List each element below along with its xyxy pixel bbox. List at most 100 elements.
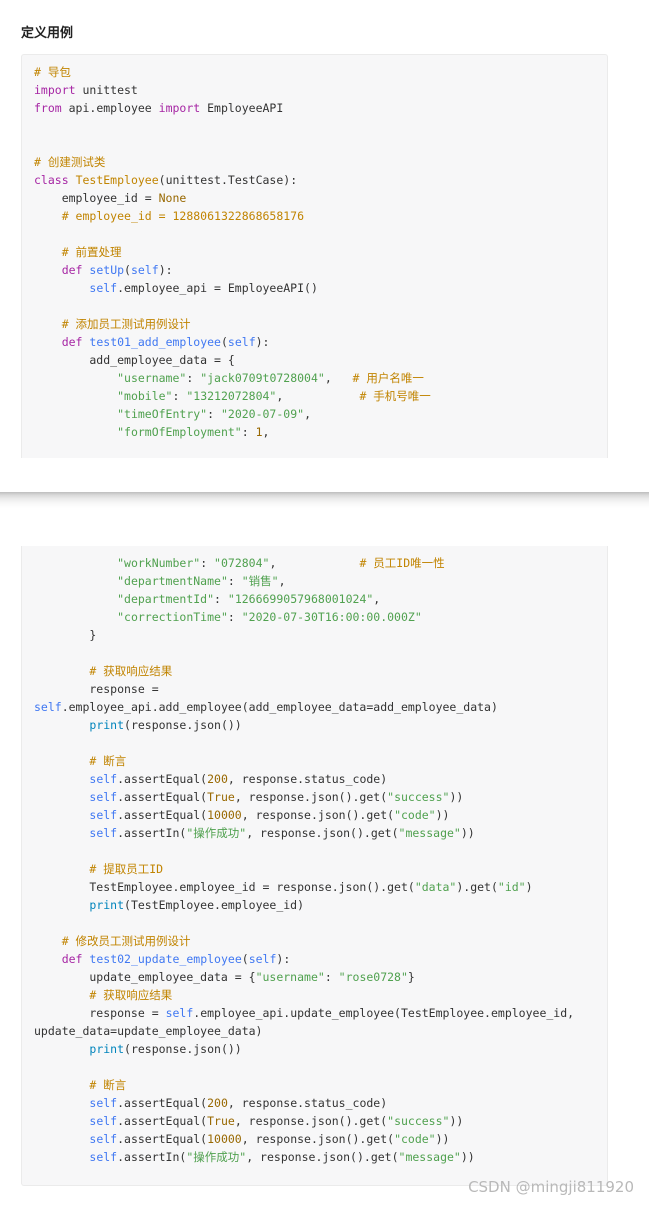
code-token: test01_add_employee: [89, 335, 221, 349]
code-token: "success": [387, 1114, 450, 1128]
code-token: self: [89, 1096, 118, 1110]
code-content-1: # 导包 import unittest from api.employee imp…: [34, 63, 431, 441]
code-token: "timeOfEntry": [117, 407, 208, 421]
code-line: response =: [34, 680, 574, 698]
code-token: , response.json().get(: [241, 1132, 395, 1146]
code-token: TestEmployee.employee_id = response.json…: [34, 880, 415, 894]
code-token: "13212072804": [186, 389, 277, 403]
code-token: ).get(: [456, 880, 498, 894]
code-content-2: "workNumber": "072804", # 员工ID唯一性 "depar…: [34, 554, 574, 1166]
code-token: :: [241, 425, 256, 439]
code-token: # 提取员工ID: [89, 862, 164, 876]
code-token: "操作成功": [186, 1150, 247, 1164]
code-token: , response.json().get(: [241, 808, 395, 822]
code-token: "操作成功": [186, 826, 247, 840]
code-token: 1: [255, 425, 263, 439]
code-token: # 手机号唯一: [359, 389, 431, 403]
code-token: unittest: [75, 83, 138, 97]
code-token: :: [207, 407, 221, 421]
code-token: response =: [34, 682, 159, 696]
code-line: update_employee_data = {"username": "ros…: [34, 968, 574, 986]
code-token: # employee_id = 1288061322868658176: [61, 209, 305, 223]
code-token: }: [407, 970, 415, 984]
code-token: , response.json().get(: [246, 1150, 399, 1164]
code-token: self: [89, 1114, 118, 1128]
code-token: True: [207, 1114, 235, 1128]
code-token: self: [89, 790, 118, 804]
code-token: (: [241, 952, 249, 966]
code-token: TestEmployee: [75, 173, 159, 187]
code-token: # 导包: [34, 65, 71, 79]
code-line: self.employee_api.add_employee(add_emplo…: [34, 698, 574, 716]
code-token: ,: [278, 574, 286, 588]
code-token: # 断言: [89, 1078, 127, 1092]
code-line: self.assertEqual(True, response.json().g…: [34, 1112, 574, 1130]
code-line: # 创建测试类: [34, 153, 431, 171]
code-token: "code": [394, 808, 436, 822]
code-line: "departmentName": "销售",: [34, 572, 574, 590]
code-line: # 添加员工测试用例设计: [34, 315, 431, 333]
code-token: ,: [304, 407, 311, 421]
code-token: self: [89, 772, 118, 786]
code-token: 200: [207, 772, 228, 786]
code-token: response =: [34, 1006, 166, 1020]
code-token: :: [227, 610, 242, 624]
code-token: import: [158, 101, 201, 115]
code-token: }: [34, 628, 97, 642]
code-token: self: [89, 1150, 118, 1164]
code-token: "2020-07-09": [220, 407, 305, 421]
code-token: self: [89, 808, 118, 822]
code-token: :: [214, 592, 228, 606]
code-token: self: [89, 826, 118, 840]
code-token: def: [61, 263, 83, 277]
code-token: print: [89, 898, 125, 912]
code-line: # 导包: [34, 63, 431, 81]
code-line: self.assertEqual(10000, response.json().…: [34, 806, 574, 824]
code-token: "rose0728": [338, 970, 408, 984]
code-token: # 断言: [89, 754, 127, 768]
code-token: # 前置处理: [61, 245, 122, 259]
code-token: def: [61, 952, 83, 966]
code-block-2[interactable]: "workNumber": "072804", # 员工ID唯一性 "depar…: [21, 546, 608, 1186]
code-line: def test01_add_employee(self):: [34, 333, 431, 351]
code-token: )): [435, 1132, 450, 1146]
code-token: "message": [398, 1150, 461, 1164]
code-token: "success": [387, 790, 450, 804]
code-line: add_employee_data = {: [34, 351, 431, 369]
code-line: "timeOfEntry": "2020-07-09",: [34, 405, 431, 423]
code-token: employee_id =: [34, 191, 159, 205]
code-line: self.assertEqual(True, response.json().g…: [34, 788, 574, 806]
code-token: "072804": [214, 556, 270, 570]
code-token: EmployeeAPI: [200, 101, 284, 115]
code-token: update_employee_data = {: [34, 970, 256, 984]
code-line: import unittest: [34, 81, 431, 99]
code-token: self: [248, 952, 277, 966]
code-line: def setUp(self):: [34, 261, 431, 279]
code-block-1[interactable]: # 导包 import unittest from api.employee imp…: [21, 54, 608, 458]
code-line: def test02_update_employee(self):: [34, 950, 574, 968]
code-token: , response.status_code): [227, 1096, 388, 1110]
